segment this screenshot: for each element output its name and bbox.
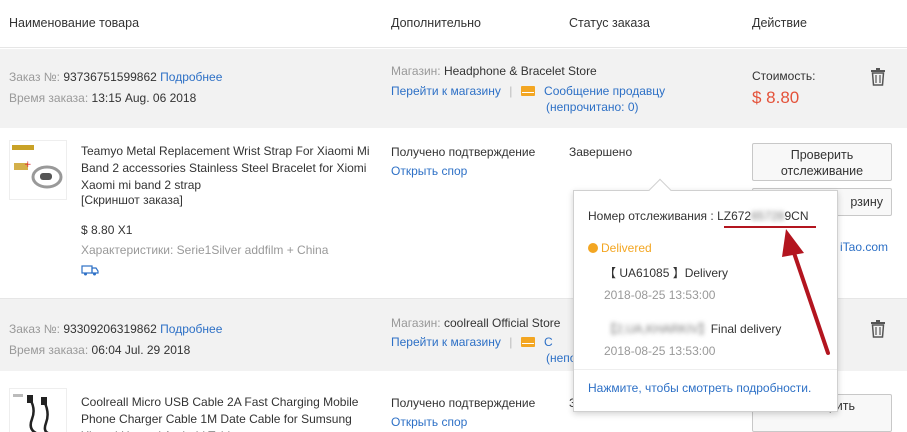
col-status-header: Статус заказа <box>569 16 650 30</box>
order-time: 13:15 Aug. 06 2018 <box>91 91 197 105</box>
order-details-link[interactable]: Подробнее <box>160 70 222 84</box>
tracking-event: 【2,UA,KHARKIV】Final delivery <box>604 322 782 336</box>
envelope-icon <box>520 337 535 347</box>
order-snapshot-link[interactable]: [Скриншот заказа] <box>81 193 183 207</box>
message-seller-link[interactable]: Сообщение продавцу <box>544 84 665 98</box>
order-time-line: Время заказа: 06:04 Jul. 29 2018 <box>9 343 191 357</box>
col-action-header: Действие <box>752 16 807 30</box>
cost-value: $ 8.80 <box>752 88 800 107</box>
order-details-link[interactable]: Подробнее <box>160 322 222 336</box>
table-header: Наименование товара Дополнительно Статус… <box>0 0 907 48</box>
go-to-store-link[interactable]: Перейти к магазину <box>391 335 501 349</box>
trash-icon[interactable] <box>871 320 885 338</box>
open-dispute-link[interactable]: Открыть спор <box>391 164 467 178</box>
open-dispute-link[interactable]: Открыть спор <box>391 415 467 429</box>
product-image[interactable] <box>9 388 67 432</box>
delivery-status: Delivered <box>588 241 652 255</box>
tracking-event-time: 2018-08-25 13:53:00 <box>604 344 716 358</box>
product-image[interactable]: + <box>9 140 67 200</box>
order-number-line: Заказ №: 93736751599862 Подробнее <box>9 70 223 84</box>
product-specs: Характеристики: Serie1Silver addfilm + C… <box>81 243 329 257</box>
col-extra-header: Дополнительно <box>391 16 481 30</box>
store-name: Headphone & Bracelet Store <box>443 64 597 78</box>
store-actions: Перейти к магазину | С <box>391 335 553 349</box>
cost-label: Стоимость: <box>752 69 816 83</box>
store-actions: Перейти к магазину | Сообщение продавцу <box>391 84 666 98</box>
message-seller-link[interactable]: С <box>544 335 553 349</box>
itao-link[interactable]: iTao.com <box>840 240 888 254</box>
product-price-qty: $ 8.80 X1 <box>81 223 133 237</box>
view-details-link[interactable]: Нажмите, чтобы смотреть подробности. <box>588 381 811 395</box>
product-title[interactable]: Teamyo Metal Replacement Wrist Strap For… <box>81 143 371 194</box>
received-confirmation: Получено подтверждение <box>391 145 536 159</box>
popup-divider <box>574 369 837 370</box>
shipping-truck-icon <box>81 265 99 276</box>
tracking-number[interactable]: LZ672657289CN <box>717 209 808 223</box>
order-header-bar: Заказ №: 93736751599862 Подробнее Время … <box>0 49 907 128</box>
go-to-store-link[interactable]: Перейти к магазину <box>391 84 501 98</box>
store-name: coolreall Official Store <box>443 316 561 330</box>
received-confirmation: Получено подтверждение <box>391 396 536 410</box>
order-time: 06:04 Jul. 29 2018 <box>91 343 191 357</box>
unread-count[interactable]: (непрочитано: 0) <box>546 100 639 114</box>
product-title[interactable]: Coolreall Micro USB Cable 2A Fast Chargi… <box>81 394 373 432</box>
order-number-line: Заказ №: 93309206319862 Подробнее <box>9 322 223 336</box>
unread-count[interactable]: (непо <box>546 351 576 365</box>
envelope-icon <box>520 86 535 96</box>
status-dot-icon <box>588 243 598 253</box>
svg-text:+: + <box>24 160 32 170</box>
tracking-event-time: 2018-08-25 13:53:00 <box>604 288 716 302</box>
col-product-header: Наименование товара <box>9 16 140 30</box>
trash-icon[interactable] <box>871 68 885 86</box>
store-line: Магазин: Headphone & Bracelet Store <box>391 64 597 78</box>
annotation-arrow-icon <box>782 229 830 355</box>
order-number: 93309206319862 <box>63 322 157 336</box>
check-tracking-button[interactable]: Проверить отслеживание <box>752 143 892 181</box>
popup-caret <box>648 178 672 202</box>
order-status: Завершено <box>569 145 633 159</box>
store-line: Магазин: coolreall Official Store <box>391 316 561 330</box>
order-time-line: Время заказа: 13:15 Aug. 06 2018 <box>9 91 197 105</box>
order-number: 93736751599862 <box>63 70 157 84</box>
tracking-number-line: Номер отслеживания : LZ672657289CN <box>588 209 809 223</box>
tracking-event: 【 UA61085 】Delivery <box>604 266 729 280</box>
